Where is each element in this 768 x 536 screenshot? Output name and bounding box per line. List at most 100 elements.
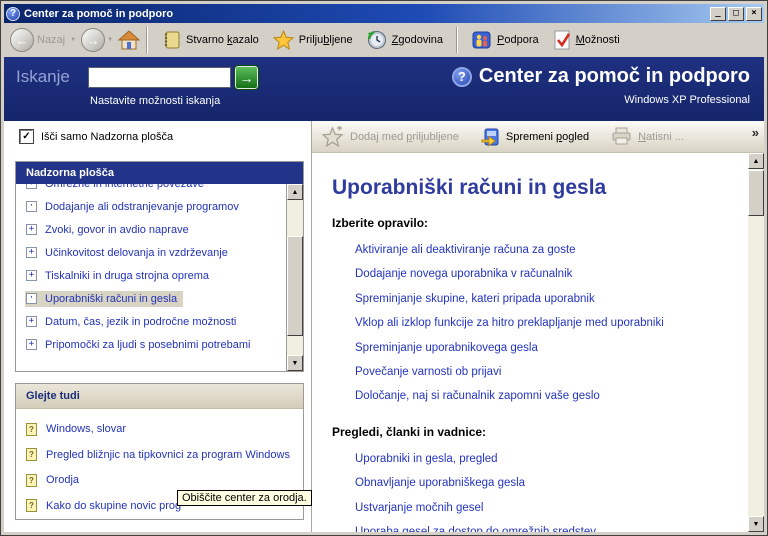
task-link[interactable]: Spreminjanje skupine, kateri pripada upo… (355, 287, 747, 311)
expand-icon[interactable]: · (26, 201, 37, 212)
search-only-checkbox[interactable]: ✓ (20, 130, 33, 143)
change-view-label: Spremeni pogled (506, 131, 589, 143)
scroll-down-button[interactable]: ▼ (748, 516, 764, 532)
back-dropdown-icon[interactable]: ▼ (70, 37, 76, 43)
control-panel-listbox: Nadzorna plošča +Omrežne in internetne p… (15, 161, 304, 372)
search-label: Iskanje (16, 67, 70, 87)
topic-title: Uporabniški računi in gesla (332, 176, 747, 200)
article-link[interactable]: Ustvarjanje močnih gesel (355, 496, 747, 520)
expand-icon[interactable]: · (26, 293, 37, 304)
star-outline-icon (322, 126, 344, 147)
favorites-button-label: Priljubljene (299, 34, 353, 46)
content-toolbar: Dodaj med priljubljene Spremeni pogled N… (312, 121, 764, 153)
scrollbar-thumb[interactable] (287, 236, 303, 336)
title-bar: ? Center za pomoč in podporo _ □ × (4, 4, 764, 23)
article-link[interactable]: Obnavljanje uporabniškega gesla (355, 471, 747, 495)
options-checkmark-icon (553, 30, 571, 50)
forward-dropdown-icon[interactable]: ▼ (107, 37, 113, 43)
list-item[interactable]: +Datum, čas, jezik in področne možnosti (25, 310, 286, 333)
scroll-up-button[interactable]: ▲ (748, 153, 764, 169)
listbox-header: Nadzorna plošča (16, 162, 303, 184)
options-button[interactable]: Možnosti (546, 27, 627, 53)
search-go-button[interactable]: → (235, 66, 258, 89)
listbox-scrollbar[interactable]: ▲ ▼ (286, 184, 303, 371)
scroll-down-button[interactable]: ▼ (287, 355, 303, 371)
change-view-icon (481, 127, 500, 147)
list-item[interactable]: +Zvoki, govor in avdio naprave (25, 218, 286, 241)
see-also-item[interactable]: ? Windows, slovar (16, 417, 303, 442)
list-item[interactable]: +Tiskalniki in druga strojna oprema (25, 264, 286, 287)
history-clock-icon (367, 30, 387, 50)
help-page-icon: ? (26, 499, 37, 512)
scrollbar-thumb[interactable] (748, 170, 764, 216)
task-link[interactable]: Povečanje varnosti ob prijavi (355, 360, 747, 384)
expand-icon[interactable]: + (26, 270, 37, 281)
star-icon (273, 30, 294, 50)
main-toolbar: ← Nazaj ▼ → ▼ Stvarno kazalo Priljubljen… (4, 23, 764, 57)
options-button-label: Možnosti (576, 34, 620, 46)
favorites-button[interactable]: Priljubljene (266, 27, 360, 53)
home-icon[interactable] (118, 30, 140, 50)
list-item[interactable]: ·Dodajanje ali odstranjevanje programov (25, 195, 286, 218)
index-button[interactable]: Stvarno kazalo (154, 27, 266, 53)
list-item[interactable]: +Učinkovitost delovanja in vzdrževanje (25, 241, 286, 264)
expand-icon[interactable]: + (26, 184, 37, 189)
index-book-icon (161, 30, 181, 50)
edition-label: Windows XP Professional (452, 94, 750, 106)
index-button-label: Stvarno kazalo (186, 34, 259, 46)
window-title: Center za pomoč in podporo (24, 8, 708, 20)
section-heading: Izberite opravilo: (332, 216, 747, 230)
support-button-label: Podpora (497, 34, 539, 46)
add-to-favorites-button[interactable]: Dodaj med priljubljene (322, 126, 459, 147)
page-title: Center za pomoč in podporo (479, 65, 750, 88)
topic-content: Uporabniški računi in gesla Izberite opr… (312, 153, 747, 532)
add-to-favorites-label: Dodaj med priljubljene (350, 131, 459, 143)
task-link[interactable]: Spreminjanje uporabnikovega gesla (355, 336, 747, 360)
see-also-item[interactable]: ? Orodja (16, 468, 303, 493)
article-link[interactable]: Uporabniki in gesla, pregled (355, 447, 747, 471)
close-button[interactable]: × (746, 7, 762, 21)
list-item-selected[interactable]: ·Uporabniški računi in gesla (25, 287, 286, 310)
support-button[interactable]: Podpora (464, 27, 546, 53)
forward-button[interactable]: → (81, 28, 105, 52)
section-heading: Pregledi, članki in vadnice: (332, 425, 747, 439)
help-page-icon: ? (26, 448, 37, 461)
help-page-icon: ? (26, 474, 37, 487)
task-link[interactable]: Dodajanje novega uporabnika v računalnik (355, 262, 747, 286)
expand-icon[interactable]: + (26, 339, 37, 350)
task-link[interactable]: Določanje, naj si računalnik zapomni vaš… (355, 384, 747, 408)
help-question-icon: ? (452, 67, 472, 87)
back-button[interactable]: ← (10, 28, 34, 52)
more-buttons-chevron-icon[interactable]: » (752, 125, 757, 140)
content-pane: Dodaj med priljubljene Spremeni pogled N… (312, 121, 764, 532)
expand-icon[interactable]: + (26, 224, 37, 235)
search-only-label: Išči samo Nadzorna plošča (41, 131, 173, 143)
task-link[interactable]: Aktiviranje ali deaktiviranje računa za … (355, 238, 747, 262)
history-button[interactable]: Zgodovina (360, 27, 450, 53)
print-label: Natisni ... (638, 131, 684, 143)
help-center-icon: ? (6, 7, 20, 21)
printer-icon (611, 127, 632, 146)
scroll-up-button[interactable]: ▲ (287, 184, 303, 200)
support-people-icon (471, 30, 492, 50)
search-input[interactable] (88, 67, 231, 88)
print-button[interactable]: Natisni ... (611, 127, 684, 146)
toolbar-separator (456, 27, 458, 53)
content-scrollbar[interactable]: ▲ ▼ (748, 153, 764, 532)
minimize-button[interactable]: _ (710, 7, 726, 21)
expand-icon[interactable]: + (26, 316, 37, 327)
expand-icon[interactable]: + (26, 247, 37, 258)
back-label: Nazaj (37, 34, 65, 46)
search-options-link[interactable]: Nastavite možnosti iskanja (90, 95, 220, 107)
help-page-icon: ? (26, 423, 37, 436)
list-item[interactable]: +Omrežne in internetne povezave (25, 184, 286, 195)
see-also-header: Glejte tudi (16, 384, 303, 409)
change-view-button[interactable]: Spremeni pogled (481, 127, 589, 147)
task-link[interactable]: Vklop ali izklop funkcije za hitro prekl… (355, 311, 747, 335)
article-link[interactable]: Uporaba gesel za dostop do omrežnih sred… (355, 520, 747, 532)
maximize-button[interactable]: □ (728, 7, 744, 21)
header-band: Iskanje → Nastavite možnosti iskanja ? C… (4, 57, 764, 121)
toolbar-separator (146, 27, 148, 53)
see-also-item[interactable]: ? Pregled bližnjic na tipkovnici za prog… (16, 443, 303, 468)
list-item[interactable]: +Pripomočki za ljudi s posebnimi potreba… (25, 333, 286, 356)
